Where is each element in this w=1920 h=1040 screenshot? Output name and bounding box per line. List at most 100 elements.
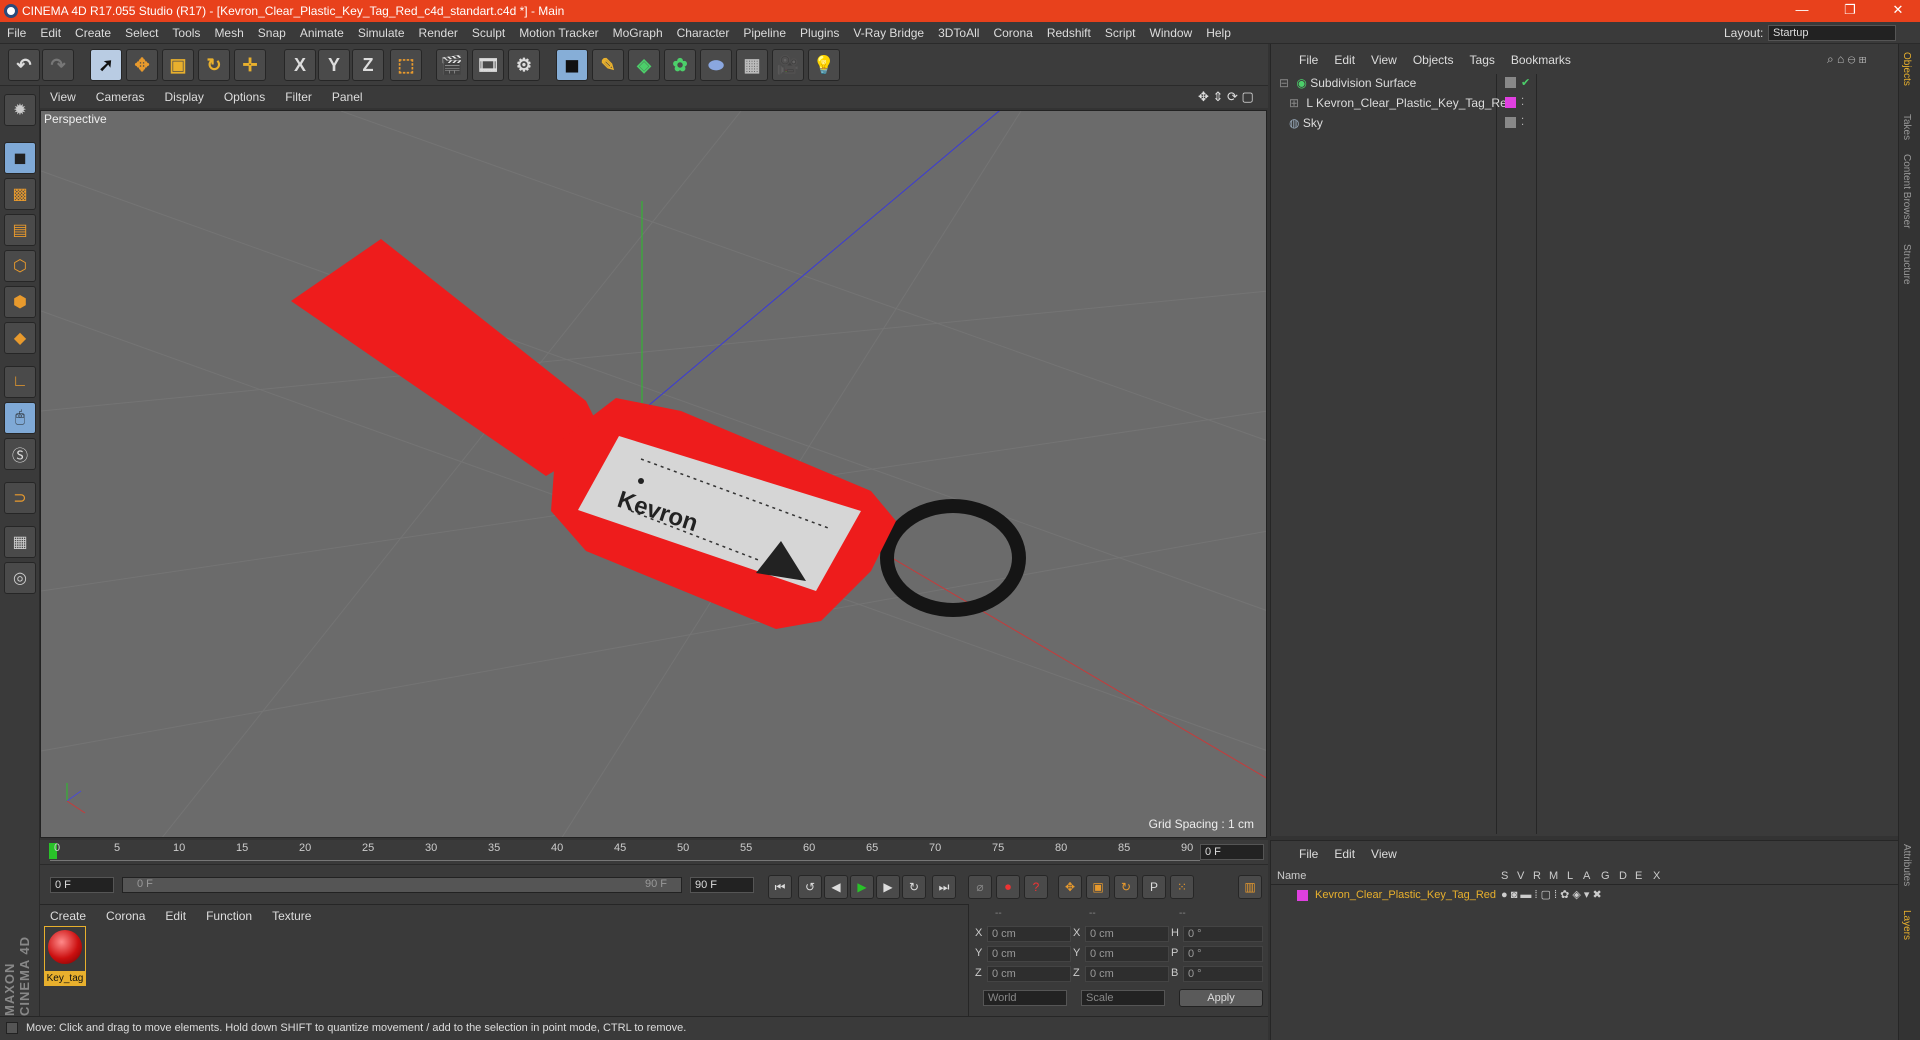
menu-plugins[interactable]: Plugins <box>793 26 846 40</box>
object-menu-edit[interactable]: Edit <box>1326 53 1363 67</box>
material-menu-texture[interactable]: Texture <box>262 909 321 923</box>
layer-col-render[interactable]: R <box>1533 870 1541 882</box>
menu-animate[interactable]: Animate <box>293 26 351 40</box>
play-icon[interactable]: ▶ <box>850 875 874 899</box>
object-menu-view[interactable]: View <box>1363 53 1405 67</box>
object-name[interactable]: Sky <box>1303 116 1323 130</box>
visibility-dots-icon[interactable]: ⁚ <box>1521 114 1524 132</box>
render-picture-viewer-icon[interactable]: 🎞 <box>472 49 504 81</box>
cube-primitive-icon[interactable]: ◼ <box>556 49 588 81</box>
frame-range-slider[interactable]: 0 F 90 F <box>122 877 682 893</box>
viewport-menu-display[interactable]: Display <box>154 90 213 104</box>
object-menu-tags[interactable]: Tags <box>1462 53 1503 67</box>
key-position-icon[interactable]: ✥ <box>1058 875 1082 899</box>
menu-character[interactable]: Character <box>670 26 737 40</box>
visibility-toggle[interactable] <box>1505 77 1516 88</box>
coord-mode-world-select[interactable]: World <box>983 990 1067 1006</box>
polygons-mode-icon[interactable]: ◆ <box>4 322 36 354</box>
timeline-ruler[interactable]: 0 5 10 15 20 25 30 35 40 45 50 55 60 65 … <box>40 840 1268 864</box>
object-row-subdivision[interactable]: ⊟ ◉ Subdivision Surface ✔ <box>1275 74 1895 92</box>
key-pla-icon[interactable]: ⁙ <box>1170 875 1194 899</box>
menu-help[interactable]: Help <box>1199 26 1238 40</box>
object-row-sky[interactable]: ◍ Sky ⁚ <box>1275 114 1895 132</box>
layer-menu-view[interactable]: View <box>1363 847 1405 861</box>
workplane-mode-icon[interactable]: ▤ <box>4 214 36 246</box>
coord-rot-p-field[interactable]: 0 ° <box>1183 946 1263 962</box>
spline-pen-icon[interactable]: ✎ <box>592 49 624 81</box>
end-frame-field[interactable]: 90 F <box>690 877 754 893</box>
material-menu-edit[interactable]: Edit <box>155 909 196 923</box>
coord-pos-z-field[interactable]: 0 cm <box>987 966 1071 982</box>
tab-layers[interactable]: Layers <box>1901 910 1912 940</box>
snap-icon[interactable]: Ⓢ <box>4 438 36 470</box>
camera-icon[interactable]: 🎥 <box>772 49 804 81</box>
timeline-window-icon[interactable]: ▥ <box>1238 875 1262 899</box>
object-name[interactable]: Kevron_Clear_Plastic_Key_Tag_Red <box>1316 96 1513 110</box>
menu-snap[interactable]: Snap <box>251 26 293 40</box>
viewport-menu-cameras[interactable]: Cameras <box>86 90 155 104</box>
viewport-menu-view[interactable]: View <box>40 90 86 104</box>
scale-tool-icon[interactable]: ▣ <box>162 49 194 81</box>
layer-color-chip[interactable] <box>1297 890 1308 901</box>
lock-workplane-icon[interactable]: ▦ <box>4 526 36 558</box>
minimize-button[interactable]: — <box>1782 0 1822 22</box>
visibility-toggle[interactable] <box>1505 117 1516 128</box>
menu-file[interactable]: File <box>0 26 33 40</box>
current-frame-field[interactable]: 0 F <box>1200 844 1264 860</box>
key-rotation-icon[interactable]: ↻ <box>1114 875 1138 899</box>
layer-col-name[interactable]: Name <box>1277 870 1306 882</box>
previous-key-icon[interactable]: ↺ <box>798 875 822 899</box>
coord-size-y-field[interactable]: 0 cm <box>1085 946 1169 962</box>
undo-icon[interactable]: ↶ <box>8 49 40 81</box>
menu-mesh[interactable]: Mesh <box>207 26 250 40</box>
axis-z-button[interactable]: Z <box>352 49 384 81</box>
redo-icon[interactable]: ↷ <box>42 49 74 81</box>
menu-redshift[interactable]: Redshift <box>1040 26 1098 40</box>
make-editable-icon[interactable]: ✹ <box>4 94 36 126</box>
edges-mode-icon[interactable]: ⬢ <box>4 286 36 318</box>
menu-mograph[interactable]: MoGraph <box>606 26 670 40</box>
menu-create[interactable]: Create <box>68 26 118 40</box>
goto-start-icon[interactable]: ⏮ <box>768 875 792 899</box>
menu-vray-bridge[interactable]: V-Ray Bridge <box>846 26 931 40</box>
maximize-button[interactable]: ❐ <box>1830 0 1870 22</box>
move-tool-icon[interactable]: ✥ <box>126 49 158 81</box>
material-menu-corona[interactable]: Corona <box>96 909 155 923</box>
next-key-icon[interactable]: ↻ <box>902 875 926 899</box>
subdivision-surface-icon[interactable]: ◈ <box>628 49 660 81</box>
layer-col-xref[interactable]: X <box>1653 870 1660 882</box>
coord-rot-b-field[interactable]: 0 ° <box>1183 966 1263 982</box>
menu-sculpt[interactable]: Sculpt <box>465 26 512 40</box>
viewport-menu-filter[interactable]: Filter <box>275 90 322 104</box>
layer-menu-file[interactable]: File <box>1291 847 1326 861</box>
material-name-label[interactable]: Key_tag <box>44 972 86 986</box>
layer-name[interactable]: Kevron_Clear_Plastic_Key_Tag_Red <box>1315 889 1496 901</box>
material-menu-create[interactable]: Create <box>40 909 96 923</box>
layer-col-expressions[interactable]: E <box>1635 870 1642 882</box>
enabled-check-icon[interactable]: ✔ <box>1521 74 1530 92</box>
previous-frame-icon[interactable]: ◀ <box>824 875 848 899</box>
menu-pipeline[interactable]: Pipeline <box>736 26 793 40</box>
tab-content-browser[interactable]: Content Browser <box>1901 154 1912 228</box>
model-mode-icon[interactable]: ◼ <box>4 142 36 174</box>
layout-select[interactable]: Startup <box>1768 25 1896 41</box>
coord-mode-scale-select[interactable]: Scale <box>1081 990 1165 1006</box>
object-menu-objects[interactable]: Objects <box>1405 53 1462 67</box>
layer-row[interactable]: Kevron_Clear_Plastic_Key_Tag_Red ● ◙ ▬ ⁞… <box>1271 887 1899 905</box>
next-frame-icon[interactable]: ▶ <box>876 875 900 899</box>
layer-menu-edit[interactable]: Edit <box>1326 847 1363 861</box>
menu-render[interactable]: Render <box>412 26 465 40</box>
tab-structure[interactable]: Structure <box>1901 244 1912 285</box>
object-manager-search-icon[interactable]: ⌕ ⌂ ⊖ ⊞ <box>1827 52 1866 67</box>
coord-size-x-field[interactable]: 0 cm <box>1085 926 1169 942</box>
deformer-icon[interactable]: ⬬ <box>700 49 732 81</box>
layer-col-animation[interactable]: A <box>1583 870 1590 882</box>
record-keys-icon[interactable]: ⌀ <box>968 875 992 899</box>
layer-col-generators[interactable]: G <box>1601 870 1610 882</box>
light-icon[interactable]: 💡 <box>808 49 840 81</box>
points-mode-icon[interactable]: ⬡ <box>4 250 36 282</box>
axis-x-button[interactable]: X <box>284 49 316 81</box>
object-row-key-tag[interactable]: ⊞ L Kevron_Clear_Plastic_Key_Tag_Red ⁚ <box>1275 94 1895 112</box>
layer-col-deformers[interactable]: D <box>1619 870 1627 882</box>
material-menu-function[interactable]: Function <box>196 909 262 923</box>
